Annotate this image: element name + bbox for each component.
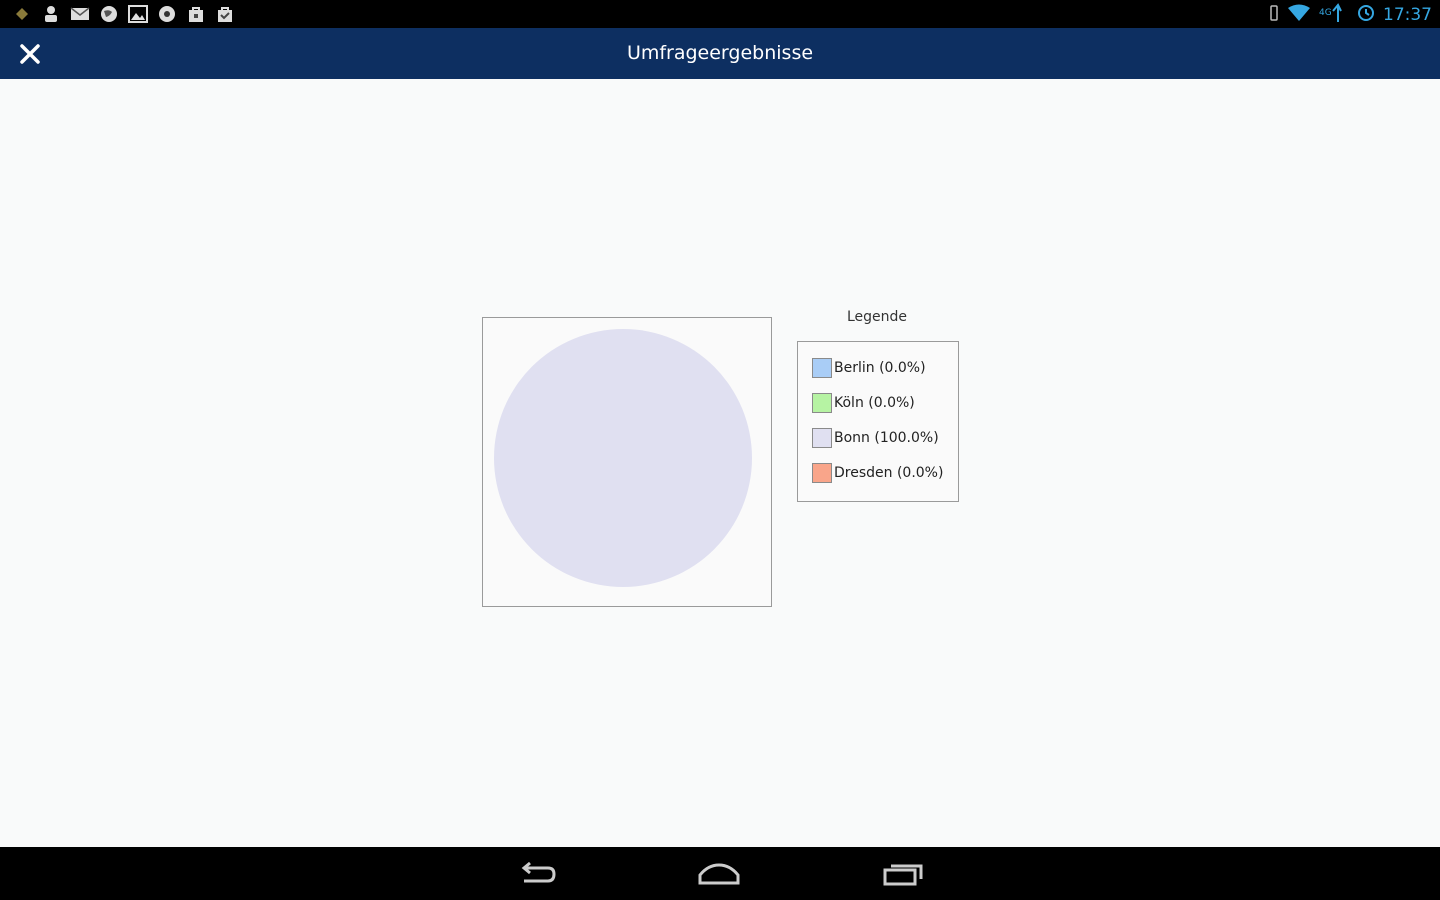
legend-swatch (812, 428, 832, 448)
back-icon (521, 861, 556, 883)
recent-apps-icon (883, 864, 923, 886)
legend-item-dresden: Dresden (0.0%) (812, 463, 943, 483)
pie-chart (494, 329, 752, 587)
clock: 17:37 (1383, 5, 1432, 25)
legend-swatch (812, 463, 832, 483)
home-icon (698, 863, 740, 885)
notification-icons (12, 4, 235, 24)
recent-apps-button[interactable] (878, 857, 928, 891)
svg-text:4G: 4G (1319, 8, 1332, 18)
mail-icon (70, 4, 90, 24)
legend-item-berlin: Berlin (0.0%) (812, 358, 926, 378)
legend-label: Dresden (0.0%) (834, 465, 944, 481)
vibrate-icon (1269, 4, 1279, 26)
wifi-icon (1287, 4, 1311, 26)
sync-icon (1357, 4, 1375, 26)
legend: Berlin (0.0%) Köln (0.0%) Bonn (100.0%) … (797, 341, 959, 502)
legend-item-bonn: Bonn (100.0%) (812, 428, 939, 448)
record-icon (157, 4, 177, 24)
title-bar: Umfrageergebnisse (0, 28, 1440, 79)
image-icon (128, 4, 148, 24)
page-title: Umfrageergebnisse (626, 42, 814, 64)
globe-icon (99, 4, 119, 24)
legend-swatch (812, 358, 832, 378)
navigation-bar (0, 847, 1440, 900)
pie-chart-frame (482, 317, 772, 607)
legend-swatch (812, 393, 832, 413)
legend-label: Bonn (100.0%) (834, 430, 939, 446)
legend-label: Köln (0.0%) (834, 395, 915, 411)
briefcase-icon (215, 4, 235, 24)
legend-label: Berlin (0.0%) (834, 360, 926, 376)
status-bar: 4G 17:37 (0, 0, 1440, 28)
signal-icon: 4G (1319, 3, 1349, 27)
pie-slice-bonn (494, 329, 752, 587)
system-indicators: 4G 17:37 (1269, 3, 1432, 27)
android-icon (12, 4, 32, 24)
bag-icon (186, 4, 206, 24)
legend-title: Legende (846, 309, 908, 325)
person-icon (41, 4, 61, 24)
legend-item-koeln: Köln (0.0%) (812, 393, 915, 413)
back-button[interactable] (512, 857, 562, 891)
home-button[interactable] (694, 857, 744, 891)
